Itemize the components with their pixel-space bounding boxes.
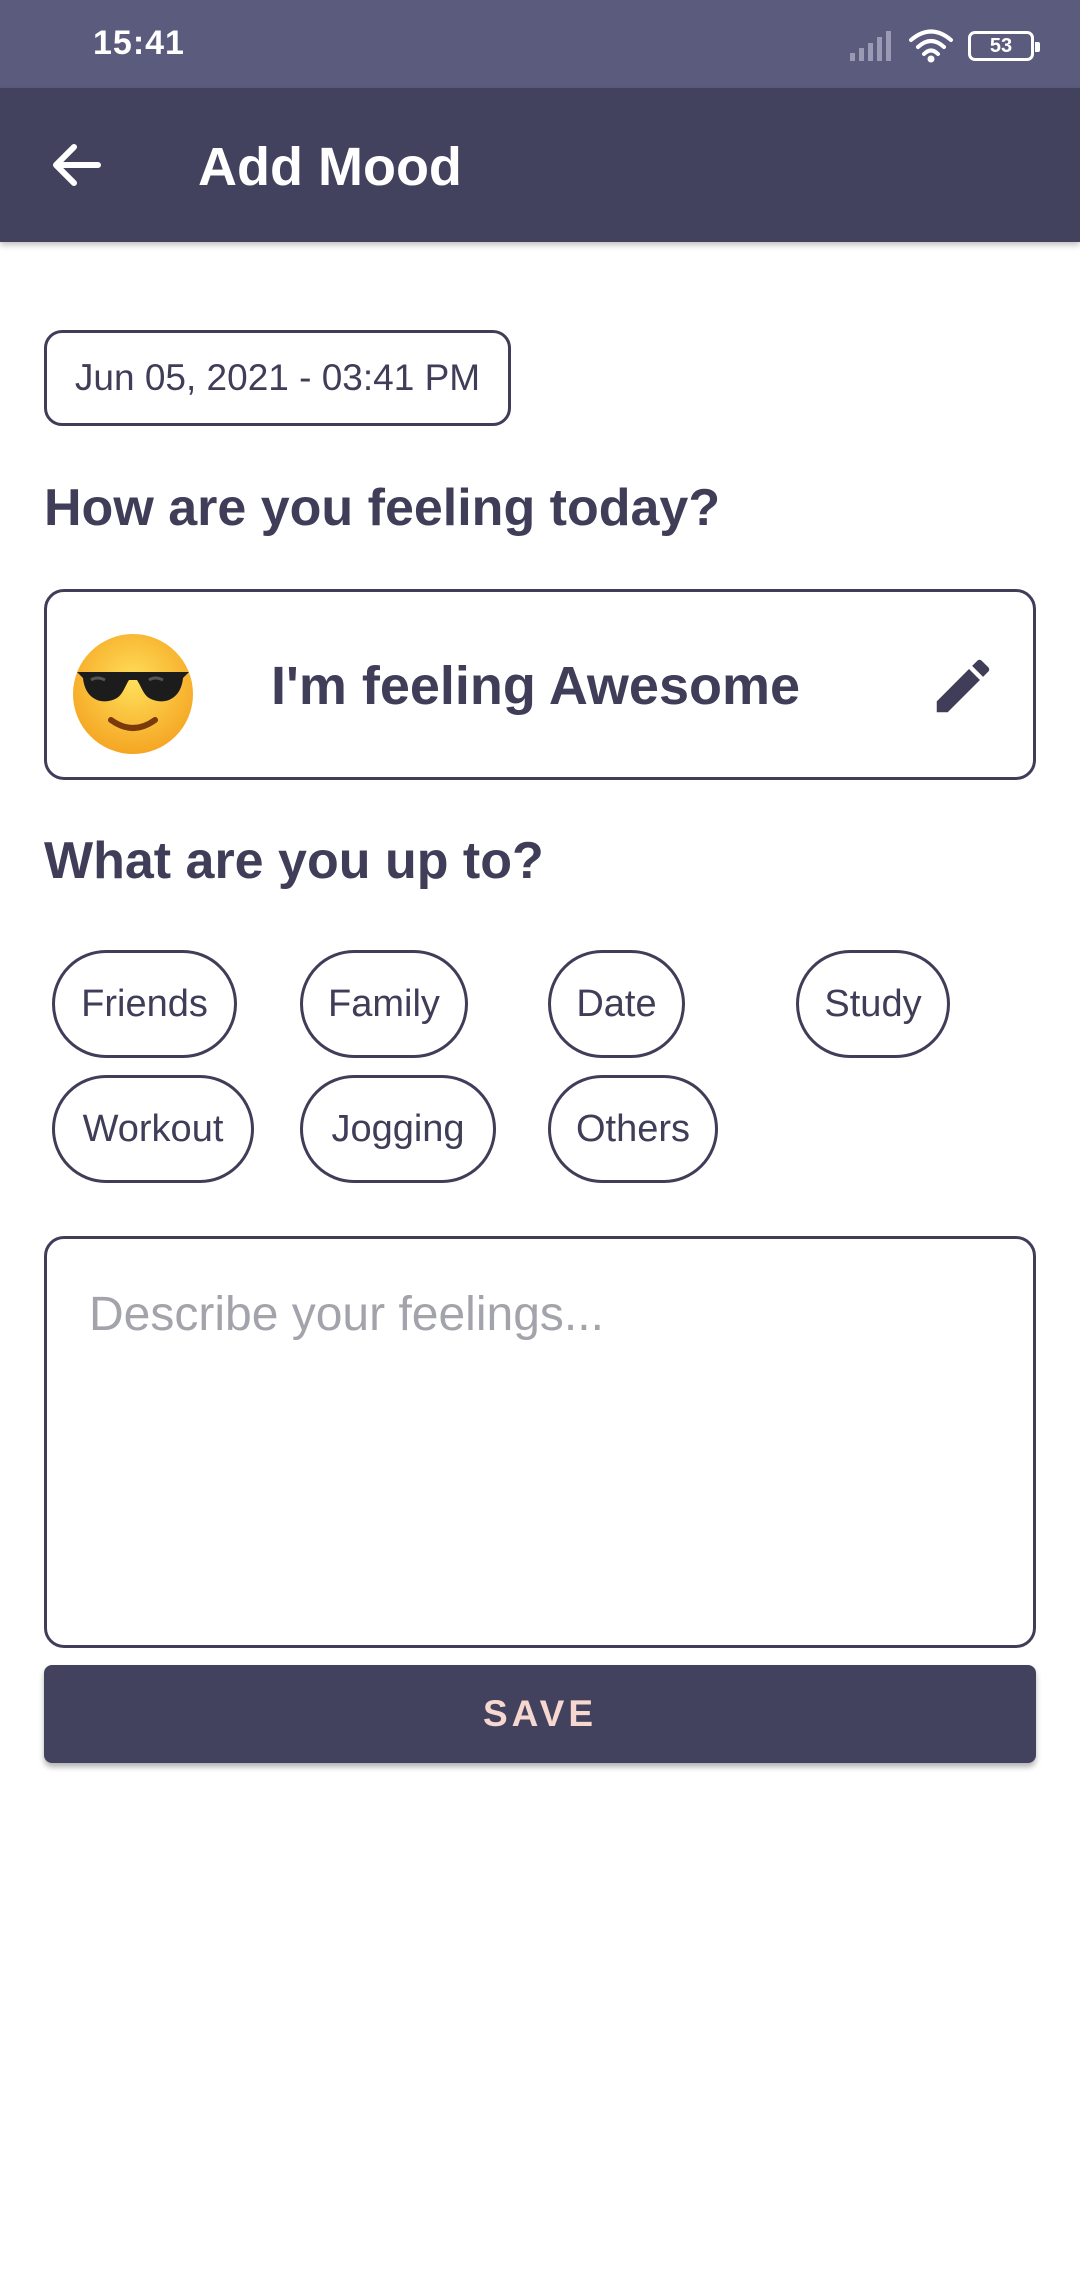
activity-chip-date[interactable]: Date [548, 950, 685, 1058]
status-icons: 53 [850, 24, 1040, 68]
activity-question-heading: What are you up to? [44, 832, 544, 890]
date-time-label: Jun 05, 2021 - 03:41 PM [74, 357, 481, 398]
status-time: 15:41 [93, 24, 185, 62]
date-time-picker[interactable]: Jun 05, 2021 - 03:41 PM [44, 330, 511, 426]
activity-chip-workout[interactable]: Workout [52, 1075, 254, 1183]
activity-chip-family[interactable]: Family [300, 950, 468, 1058]
activity-chip-others[interactable]: Others [548, 1075, 718, 1183]
arrow-left-icon [53, 144, 101, 186]
mood-selector-card[interactable]: I'm feeling Awesome [44, 589, 1036, 780]
back-button[interactable] [40, 128, 114, 202]
battery-icon: 53 [968, 31, 1040, 61]
smiling-face-with-sunglasses-icon [73, 634, 193, 754]
app-bar: Add Mood [0, 88, 1080, 242]
battery-level: 53 [989, 34, 1013, 57]
status-bar: 15:41 53 [0, 0, 1080, 88]
page-title: Add Mood [198, 137, 462, 197]
feelings-description-input[interactable] [44, 1236, 1036, 1648]
pencil-icon [936, 659, 990, 713]
save-button[interactable]: SAVE [44, 1665, 1036, 1763]
wifi-icon [909, 29, 953, 63]
mood-label: I'm feeling Awesome [271, 656, 801, 716]
activity-chip-friends[interactable]: Friends [52, 950, 237, 1058]
mood-question-heading: How are you feeling today? [44, 479, 721, 537]
activity-chip-study[interactable]: Study [796, 950, 950, 1058]
activity-chip-jogging[interactable]: Jogging [300, 1075, 496, 1183]
edit-mood-button[interactable] [917, 640, 1009, 732]
signal-icon [850, 31, 891, 61]
